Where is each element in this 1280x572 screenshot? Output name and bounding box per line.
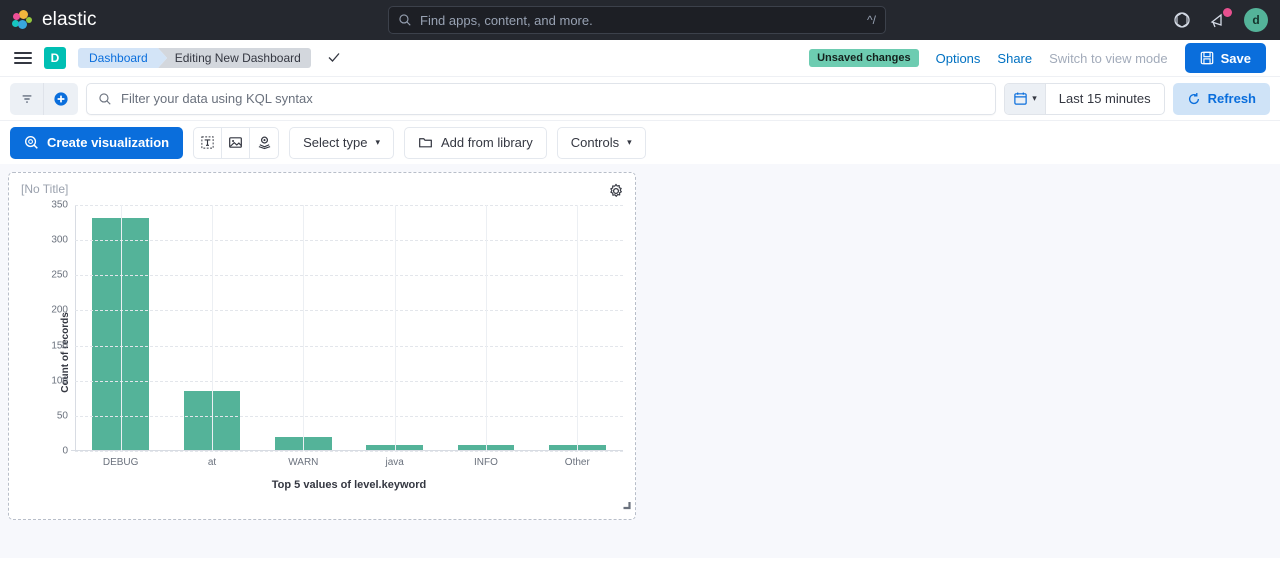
breadcrumb-dashboard[interactable]: Dashboard [78,48,167,68]
chart-y-tick-label: 0 [62,445,68,457]
refresh-button-label: Refresh [1207,91,1256,106]
controls-dropdown[interactable]: Controls ▾ [556,126,646,159]
chevron-down-icon: ▾ [627,137,632,147]
chart-plot-area: 0 50 100 150 200 250 300 350 [51,200,623,457]
brand-name: elastic [42,9,97,30]
calendar-icon[interactable]: ▾ [1005,83,1046,114]
add-filter-plus-icon[interactable] [44,82,78,115]
search-icon [99,92,111,105]
chart-x-tick-label: WARN [288,457,319,468]
breadcrumb-editing-new-dashboard[interactable]: Editing New Dashboard [157,48,311,68]
add-from-library-button[interactable]: Add from library [403,126,547,159]
chart-y-tick-label: 150 [51,340,68,352]
chart-category-gridline [486,205,487,451]
chart-y-tick-label: 300 [51,234,68,246]
save-button[interactable]: Save [1184,43,1266,73]
hamburger-menu-icon[interactable] [14,52,32,64]
chart-x-tick-label: Other [564,457,590,468]
dashboard-canvas: [No Title] Count of records 0 50 100 150 200… [0,164,1280,558]
share-button[interactable]: Share [997,51,1032,66]
breadcrumb: Dashboard Editing New Dashboard [78,48,311,68]
filter-button-group [10,82,78,115]
refresh-icon [1188,92,1199,104]
dashboard-panel[interactable]: [No Title] Count of records 0 50 100 150 200… [8,172,636,520]
chart-y-tick-label: 50 [56,410,68,422]
folder-icon [419,138,432,148]
chart-gridline [75,345,623,347]
chart-gridline [75,205,623,206]
chart-gridline [75,310,623,312]
chart-x-tick-label: DEBUG [102,457,139,468]
map-panel-icon[interactable] [250,128,278,158]
bar-chart: Count of records 0 50 100 150 200 250 300 350 D… [9,199,637,499]
chart-x-tick-label: INFO [474,457,498,468]
panel-settings-gear-icon[interactable] [606,181,626,201]
chart-category-gridline [394,205,396,451]
notification-badge [1223,8,1232,17]
global-search-input[interactable]: Find apps, content, and more. ^/ [388,6,886,34]
search-input-placeholder: Filter your data using KQL syntax [121,91,313,106]
status-badge: Unsaved changes [809,49,919,67]
chevron-down-icon: ▾ [1032,93,1037,103]
save-disk-icon [1200,51,1213,65]
chart-gridline [75,275,623,277]
elastic-logo-icon [12,9,33,31]
search-icon [399,14,411,26]
chart-gridline [75,240,623,242]
lens-icon [25,136,38,149]
chart-gridline [75,380,623,382]
chart-category-gridline [212,205,213,451]
chart-category-gridline [120,205,122,451]
chart-x-axis-label: Top 5 values of level.keyword [271,479,427,491]
chevron-down-icon: ▾ [375,137,380,147]
help-globe-icon[interactable] [1172,10,1192,30]
date-picker: ▾ Last 15 minutes [1004,82,1165,115]
chart-category-gridline [577,205,579,451]
dashboard-toolbar: Create visualization Select type ▾ Add f… [0,121,1280,164]
image-panel-icon[interactable] [222,127,251,158]
query-bar: Filter your data using KQL syntax ▾ Last… [0,77,1280,121]
chart-x-tick-labels: DEBUG at WARN java INFO Other [75,457,623,468]
chart-y-tick-label: 100 [51,375,68,387]
save-button-label: Save [1220,50,1251,66]
header-actions: d [1172,8,1268,32]
chart-category-gridline [303,205,305,451]
select-type-label: Select type [303,135,368,150]
create-visualization-button[interactable]: Create visualization [10,126,184,159]
avatar[interactable]: d [1244,8,1268,32]
refresh-button[interactable]: Refresh [1172,82,1270,115]
filter-icon[interactable] [10,82,44,115]
resize-handle-icon[interactable] [620,498,632,516]
options-button[interactable]: Options [936,51,981,66]
text-panel-icon[interactable] [194,127,223,158]
create-visualization-label: Create visualization [47,135,170,150]
panel-title[interactable]: [No Title] [9,173,635,196]
switch-to-view-mode-button[interactable]: Switch to view mode [1049,51,1168,66]
app-badge: D [44,47,66,69]
chart-gridline [75,415,623,417]
add-from-library-label: Add from library [440,135,533,150]
panel-type-button-group [193,126,280,159]
date-range-value[interactable]: Last 15 minutes [1046,84,1164,114]
chart-bars [75,205,623,450]
elastic-brand[interactable]: elastic [12,9,97,31]
dashboard-actions: Unsaved changes Options Share Switch to … [809,43,1266,73]
chart-y-tick-label: 200 [51,304,68,316]
controls-label: Controls [570,135,620,150]
search-input[interactable]: Filter your data using KQL syntax [86,82,997,115]
checkmark-icon[interactable] [327,50,341,67]
chart-x-tick-label: at [207,457,217,468]
chart-y-tick-label: 350 [51,199,68,211]
select-type-dropdown[interactable]: Select type ▾ [289,126,394,159]
announcement-icon[interactable] [1208,8,1232,30]
search-shortcut-hint: ^/ [867,13,876,27]
chart-y-tick-label: 250 [51,269,68,281]
global-header: elastic Find apps, content, and more. ^/… [0,0,1280,40]
chart-gridline [75,451,623,452]
chart-x-tick-label: java [385,457,404,468]
breadcrumb-bar: D Dashboard Editing New Dashboard Unsave… [0,40,1280,77]
global-search-placeholder: Find apps, content, and more. [420,12,593,28]
